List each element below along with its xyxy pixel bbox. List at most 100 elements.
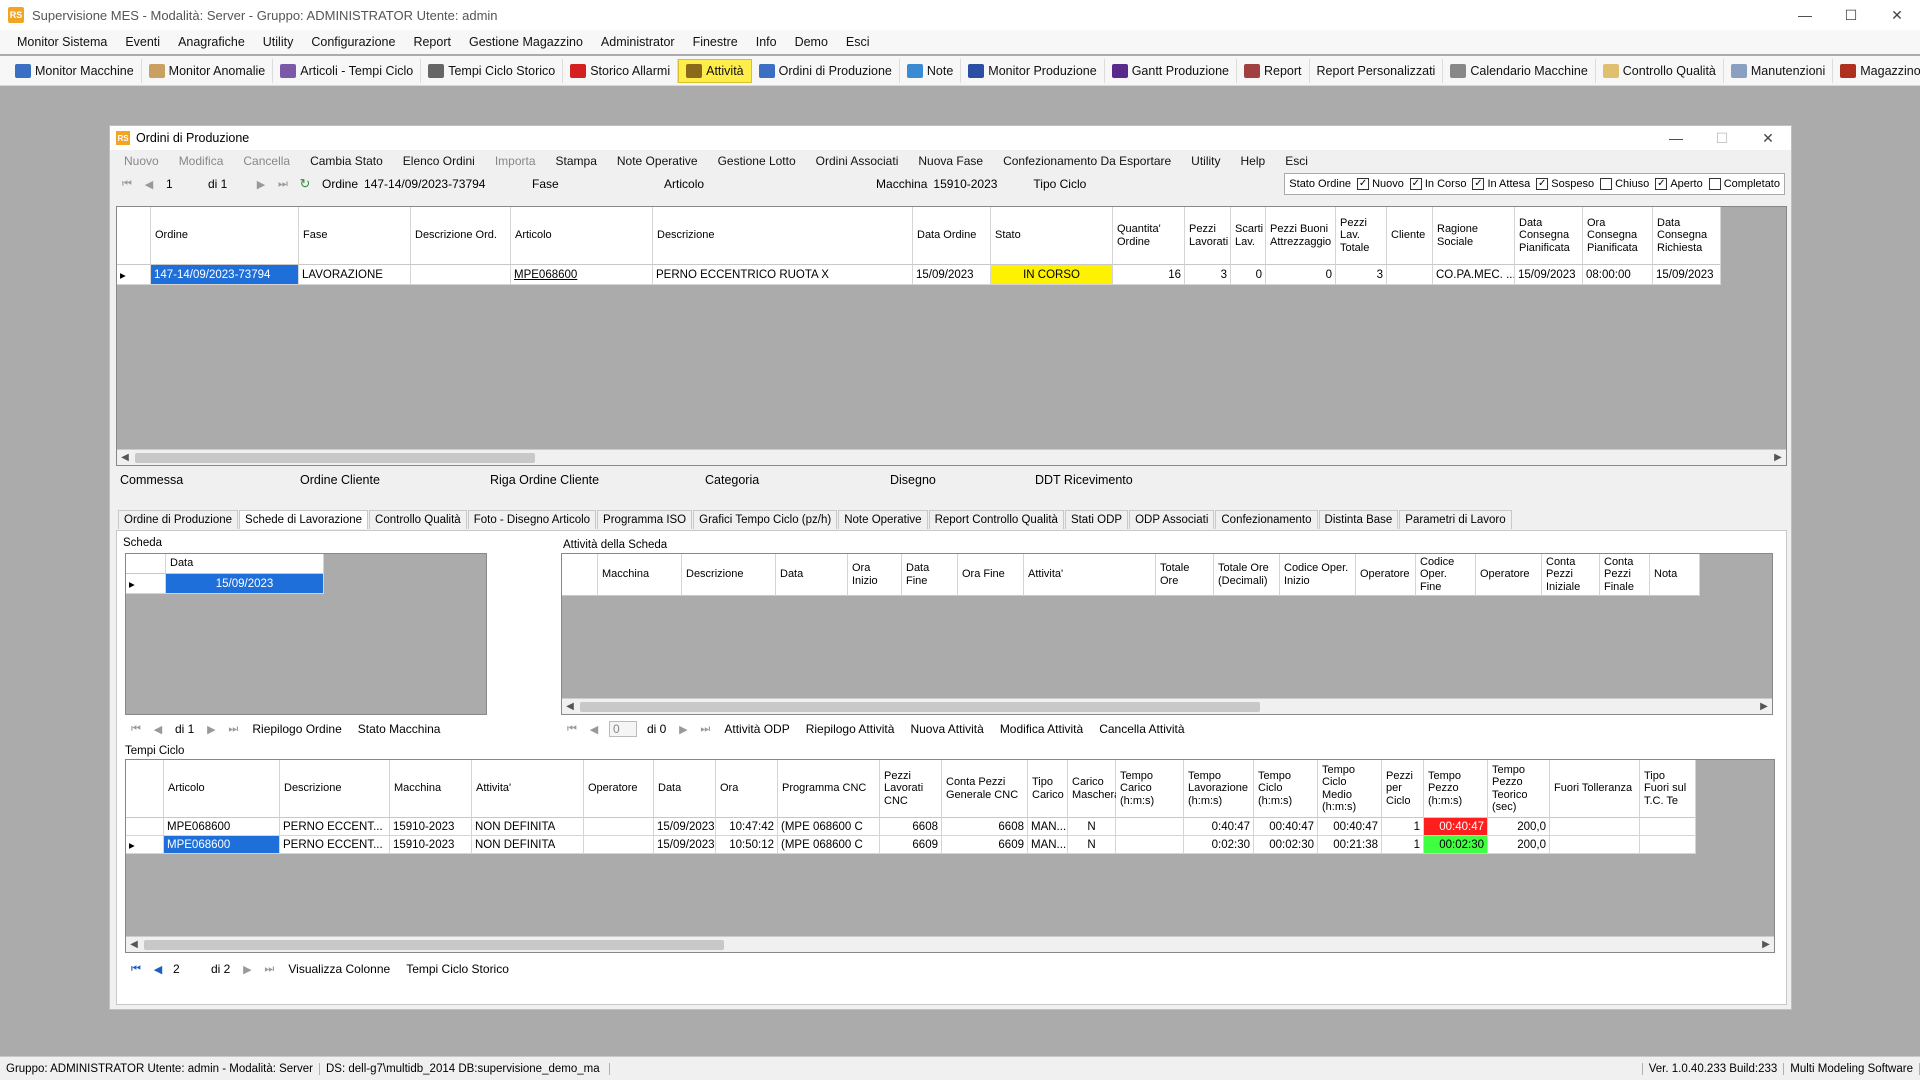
page-number[interactable]: 2 xyxy=(173,962,201,976)
prev-page-icon[interactable]: ◀ xyxy=(583,723,605,736)
toolbar-controllo-qualita-button[interactable]: Controllo Qualità xyxy=(1596,58,1724,83)
menu-cambia-stato[interactable]: Cambia Stato xyxy=(300,154,393,168)
column-header-ora-consegna-pianificata[interactable]: Ora Consegna Pianificata xyxy=(1583,207,1653,265)
checkbox-in-corso[interactable]: ✓ xyxy=(1409,178,1422,190)
attivita-hscroll[interactable]: ◀ ▶ xyxy=(562,698,1772,714)
column-header-tempo-pezzo-h-m-s[interactable]: Tempo Pezzo (h:m:s) xyxy=(1424,760,1488,818)
menu-esci[interactable]: Esci xyxy=(1275,154,1318,168)
column-header-tipo-fuori-sul-t-c-te[interactable]: Tipo Fuori sul T.C. Te xyxy=(1640,760,1696,818)
menu-gestione-magazzino[interactable]: Gestione Magazzino xyxy=(460,35,592,49)
column-header-totale-ore-decimali[interactable]: Totale Ore (Decimali) xyxy=(1214,554,1280,596)
column-header-ragione-sociale[interactable]: Ragione Sociale xyxy=(1433,207,1515,265)
toolbar-magazzino-button[interactable]: Magazzino xyxy=(1833,59,1920,83)
scroll-left-icon[interactable]: ◀ xyxy=(117,452,133,463)
column-header-pezzi-lav-totale[interactable]: Pezzi Lav. Totale xyxy=(1336,207,1387,265)
column-header-codice-oper-inizio[interactable]: Codice Oper. Inizio xyxy=(1280,554,1356,596)
tab-grafici-tempo-ciclo-pz-h[interactable]: Grafici Tempo Ciclo (pz/h) xyxy=(693,510,838,529)
tab-stati-odp[interactable]: Stati ODP xyxy=(1064,510,1129,529)
toolbar-report-button[interactable]: Report xyxy=(1237,58,1310,83)
last-page-icon[interactable]: ⏭ xyxy=(222,723,244,736)
tab-confezionamento[interactable]: Confezionamento xyxy=(1215,510,1318,529)
page-number[interactable]: 0 xyxy=(609,721,637,737)
menu-monitor-sistema[interactable]: Monitor Sistema xyxy=(8,35,116,49)
menu-utility[interactable]: Utility xyxy=(1181,154,1230,168)
column-header-carico-maschera[interactable]: Carico Maschera xyxy=(1068,760,1120,818)
column-header-tempo-carico-h-m-s[interactable]: Tempo Carico (h:m:s) xyxy=(1116,760,1184,818)
column-header-data-fine[interactable]: Data Fine xyxy=(902,554,958,596)
riepilogo-attivita-button[interactable]: Riepilogo Attività xyxy=(806,722,895,736)
column-header-programma-cnc[interactable]: Programma CNC xyxy=(778,760,880,818)
tab-distinta-base[interactable]: Distinta Base xyxy=(1318,510,1399,529)
column-header-pezzi-per-ciclo[interactable]: Pezzi per Ciclo xyxy=(1382,760,1424,818)
toolbar-ordini-di-produzione-button[interactable]: Ordini di Produzione xyxy=(752,58,900,83)
column-header-attivita[interactable]: Attivita' xyxy=(472,760,584,818)
scroll-thumb[interactable] xyxy=(144,939,724,950)
tab-note-operative[interactable]: Note Operative xyxy=(838,510,928,529)
column-header-data[interactable]: Data xyxy=(166,554,324,574)
column-header-ordine[interactable]: Ordine xyxy=(151,207,299,265)
last-page-icon[interactable]: ⏭ xyxy=(258,963,280,976)
last-page-icon[interactable]: ⏭ xyxy=(694,723,716,736)
toolbar-calendario-macchine-button[interactable]: Calendario Macchine xyxy=(1443,58,1596,83)
column-header-attivita[interactable]: Attivita' xyxy=(1024,554,1156,596)
scroll-thumb[interactable] xyxy=(135,452,535,463)
column-header-scarti-lav[interactable]: Scarti Lav. xyxy=(1231,207,1266,265)
column-header-macchina[interactable]: Macchina xyxy=(390,760,472,818)
cancella-attivita-button[interactable]: Cancella Attività xyxy=(1099,722,1184,736)
tempi-ciclo-storico-button[interactable]: Tempi Ciclo Storico xyxy=(406,962,509,976)
window-maximize-icon[interactable]: ☐ xyxy=(1699,130,1745,147)
menu-utility[interactable]: Utility xyxy=(254,35,303,49)
tempi-hscroll[interactable]: ◀ ▶ xyxy=(126,936,1774,952)
menu-gestione-lotto[interactable]: Gestione Lotto xyxy=(708,154,806,168)
column-header-data-consegna-pianificata[interactable]: Data Consegna Pianificata xyxy=(1515,207,1583,265)
prev-page-icon[interactable]: ◀ xyxy=(147,963,169,976)
scroll-right-icon[interactable]: ▶ xyxy=(1758,939,1774,950)
menu-help[interactable]: Help xyxy=(1231,154,1276,168)
column-header-operatore[interactable]: Operatore xyxy=(1476,554,1542,596)
nuova-attivita-button[interactable]: Nuova Attività xyxy=(910,722,983,736)
column-header-fuori-tolleranza[interactable]: Fuori Tolleranza xyxy=(1550,760,1640,818)
toolbar-report-personalizzati-button[interactable]: Report Personalizzati xyxy=(1310,58,1444,83)
minimize-icon[interactable]: — xyxy=(1782,0,1828,30)
row-indicator[interactable]: ▸ xyxy=(126,836,164,854)
table-row[interactable]: ▸ 147-14/09/2023-73794 LAVORAZIONE MPE06860… xyxy=(117,265,1721,285)
column-header-conta-pezzi-generale-cnc[interactable]: Conta Pezzi Generale CNC xyxy=(942,760,1028,818)
toolbar-manutenzioni-button[interactable]: Manutenzioni xyxy=(1724,58,1834,83)
toolbar-attivita-button[interactable]: Attività xyxy=(678,58,752,83)
window-minimize-icon[interactable]: — xyxy=(1653,130,1699,146)
checkbox-in-attesa[interactable]: ✓ xyxy=(1472,178,1485,190)
tab-controllo-qualita[interactable]: Controllo Qualità xyxy=(369,510,467,529)
next-page-icon[interactable]: ▶ xyxy=(672,723,694,736)
prev-record-icon[interactable]: ◀ xyxy=(138,178,160,191)
checkbox-aperto[interactable]: ✓ xyxy=(1655,178,1668,190)
toolbar-monitor-produzione-button[interactable]: Monitor Produzione xyxy=(961,58,1105,83)
scroll-left-icon[interactable]: ◀ xyxy=(562,701,578,712)
column-header-descrizione[interactable]: Descrizione xyxy=(682,554,776,596)
page-number[interactable]: 1 xyxy=(166,177,196,191)
toolbar-monitor-anomalie-button[interactable]: Monitor Anomalie xyxy=(142,58,274,83)
column-header-descrizione[interactable]: Descrizione xyxy=(653,207,913,265)
next-page-icon[interactable]: ▶ xyxy=(200,723,222,736)
visualizza-colonne-button[interactable]: Visualizza Colonne xyxy=(288,962,390,976)
column-header-ora-fine[interactable]: Ora Fine xyxy=(958,554,1024,596)
scroll-left-icon[interactable]: ◀ xyxy=(126,939,142,950)
column-header-pezzi-lavorati[interactable]: Pezzi Lavorati xyxy=(1185,207,1231,265)
toolbar-articoli-tempi-ciclo-button[interactable]: Articoli - Tempi Ciclo xyxy=(273,58,422,83)
column-header-tempo-lavorazione-h-m-s[interactable]: Tempo Lavorazione (h:m:s) xyxy=(1184,760,1254,818)
row-indicator[interactable]: ▸ xyxy=(117,265,151,285)
close-icon[interactable]: ✕ xyxy=(1874,0,1920,30)
toolbar-tempi-ciclo-storico-button[interactable]: Tempi Ciclo Storico xyxy=(421,58,564,83)
riepilogo-ordine-button[interactable]: Riepilogo Ordine xyxy=(252,722,341,736)
column-header-data-consegna-richiesta[interactable]: Data Consegna Richiesta xyxy=(1653,207,1721,265)
tab-foto-disegno-articolo[interactable]: Foto - Disegno Articolo xyxy=(467,510,597,529)
menu-stampa[interactable]: Stampa xyxy=(546,154,607,168)
column-header-totale-ore[interactable]: Totale Ore xyxy=(1156,554,1214,596)
column-header-pezzi-lavorati-cnc[interactable]: Pezzi Lavorati CNC xyxy=(880,760,942,818)
toolbar-note-button[interactable]: Note xyxy=(900,58,962,83)
row-indicator[interactable] xyxy=(126,818,164,836)
column-header-data[interactable]: Data xyxy=(654,760,716,818)
column-header-quantita-ordine[interactable]: Quantita' Ordine xyxy=(1113,207,1185,265)
table-row[interactable]: ▸ 15/09/2023 xyxy=(126,574,324,594)
menu-note-operative[interactable]: Note Operative xyxy=(607,154,708,168)
next-page-icon[interactable]: ▶ xyxy=(236,963,258,976)
